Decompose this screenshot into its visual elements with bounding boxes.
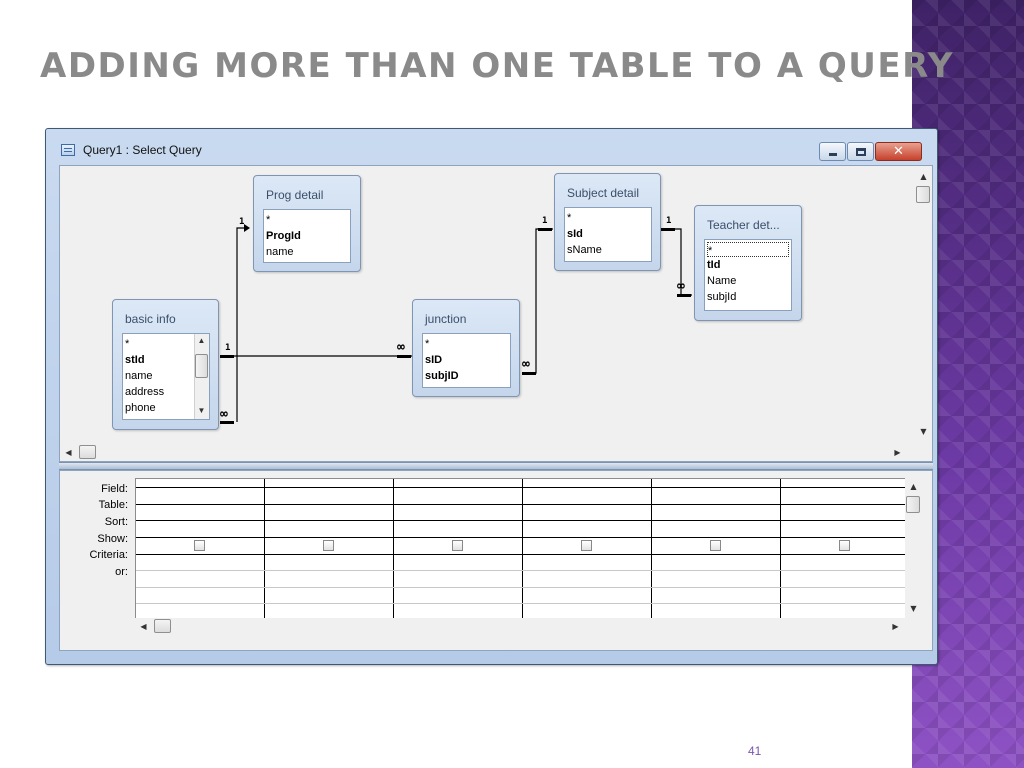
field-item[interactable]: *: [707, 242, 789, 257]
field-item[interactable]: name: [266, 244, 350, 260]
table-design-pane: 1 ∞ 1 ∞ ∞ 1 1 ∞ Prog detail * ProgId nam…: [59, 165, 933, 462]
grid-row-label-sort: Sort:: [104, 516, 128, 528]
scroll-down-icon[interactable]: ▼: [915, 423, 932, 440]
table-title: Prog detail: [266, 188, 324, 202]
join-label-junction-many-2: ∞: [522, 357, 530, 372]
join-label-prog-one: 1: [239, 217, 245, 227]
minimize-icon: [829, 153, 837, 156]
field-item[interactable]: subjId: [707, 289, 791, 305]
close-button[interactable]: ✕: [875, 142, 922, 161]
table-title: basic info: [125, 312, 176, 326]
grid-row-divider: [136, 570, 906, 571]
grid-hscroll[interactable]: ◀ ▶: [135, 618, 905, 635]
scroll-thumb[interactable]: [154, 619, 171, 633]
field-item[interactable]: ProgId: [266, 228, 350, 244]
query-window: Query1 : Select Query ✕ 1 ∞ 1 ∞ ∞ 1 1 ∞ …: [45, 128, 938, 665]
grid-row-label-table: Table:: [98, 499, 128, 511]
window-title: Query1 : Select Query: [83, 143, 202, 157]
join-line-subject-teacher: [660, 228, 692, 296]
grid-row-divider: [136, 487, 906, 488]
field-item[interactable]: sId: [567, 226, 651, 242]
grid-row-divider: [136, 504, 906, 505]
grid-row-divider: [136, 537, 906, 538]
field-list: * sId sName: [564, 207, 652, 262]
field-list-scrollbar[interactable]: ▲ ▼: [194, 334, 209, 419]
pane-splitter[interactable]: [59, 462, 933, 470]
table-teacher-detail[interactable]: Teacher det... * tId Name subjId: [694, 205, 802, 321]
scroll-up-icon[interactable]: ▲: [905, 478, 922, 495]
join-line-basic-prog: [236, 227, 248, 422]
grid-vscroll[interactable]: ▲ ▼: [905, 478, 922, 618]
table-subject-detail[interactable]: Subject detail * sId sName: [554, 173, 661, 271]
maximize-icon: [856, 148, 866, 156]
table-title: junction: [425, 312, 467, 326]
slide-title: Adding more than one table to a Query: [40, 46, 955, 86]
show-checkbox[interactable]: [710, 540, 721, 551]
table-title: Teacher det...: [707, 218, 780, 232]
field-item[interactable]: Name: [707, 273, 791, 289]
scroll-down-icon[interactable]: ▼: [905, 600, 922, 617]
field-item[interactable]: sID: [425, 352, 510, 368]
grid-row-label-field: Field:: [101, 483, 128, 495]
field-item[interactable]: subjID: [425, 368, 510, 384]
field-list: * ProgId name: [263, 209, 351, 263]
scroll-thumb[interactable]: [916, 186, 930, 203]
scroll-left-icon[interactable]: ◀: [135, 618, 152, 635]
field-item[interactable]: *: [425, 336, 510, 352]
title-bar[interactable]: Query1 : Select Query ✕: [46, 129, 937, 165]
show-checkbox[interactable]: [452, 540, 463, 551]
design-pane-vscroll[interactable]: ▲ ▼: [915, 166, 932, 444]
query-design-icon: [61, 144, 75, 156]
show-checkbox[interactable]: [323, 540, 334, 551]
field-item[interactable]: *: [567, 210, 651, 226]
field-item[interactable]: tId: [707, 257, 791, 273]
scroll-right-icon[interactable]: ▶: [889, 444, 906, 461]
grid-cells[interactable]: [135, 478, 906, 619]
minimize-button[interactable]: [819, 142, 846, 161]
show-checkbox[interactable]: [839, 540, 850, 551]
join-label-basic-one: 1: [225, 343, 231, 353]
join-label-teacher-many: ∞: [677, 279, 685, 294]
grid-row-divider: [136, 520, 906, 521]
scroll-left-icon[interactable]: ◀: [60, 444, 77, 461]
grid-row-divider: [136, 587, 906, 588]
scroll-thumb[interactable]: [195, 354, 208, 378]
table-junction[interactable]: junction * sID subjID: [412, 299, 520, 397]
field-item[interactable]: sName: [567, 242, 651, 258]
field-item[interactable]: *: [266, 212, 350, 228]
design-pane-hscroll[interactable]: ◀ ▶: [60, 444, 917, 461]
join-label-subject-one: 1: [542, 216, 548, 226]
close-icon: ✕: [893, 144, 904, 159]
grid-row-label-show: Show:: [97, 533, 128, 545]
page-number: 41: [748, 744, 762, 758]
grid-row-divider: [136, 603, 906, 604]
join-label-basic-many: ∞: [220, 407, 228, 422]
show-checkbox[interactable]: [581, 540, 592, 551]
join-label-junction-many: ∞: [397, 340, 405, 355]
scroll-up-icon[interactable]: ▲: [194, 334, 209, 348]
show-checkbox[interactable]: [194, 540, 205, 551]
join-label-subject-one-2: 1: [666, 216, 672, 226]
scroll-down-icon[interactable]: ▼: [194, 404, 209, 418]
table-basic-info[interactable]: basic info * stId name address phone ▲ ▼: [112, 299, 219, 430]
join-line-junction-subject: [522, 228, 553, 374]
grid-row-divider: [136, 554, 906, 555]
table-title: Subject detail: [567, 186, 640, 200]
grid-row-label-or: or:: [115, 566, 128, 578]
field-list: * tId Name subjId: [704, 239, 792, 311]
field-list: * stId name address phone ▲ ▼: [122, 333, 210, 420]
scroll-thumb[interactable]: [906, 496, 920, 513]
field-list: * sID subjID: [422, 333, 511, 388]
query-design-grid: Field: Table: Sort: Show: Criteria: or:: [59, 470, 933, 651]
grid-row-label-criteria: Criteria:: [89, 549, 128, 561]
scroll-up-icon[interactable]: ▲: [915, 168, 932, 185]
scroll-thumb[interactable]: [79, 445, 96, 459]
maximize-button[interactable]: [847, 142, 874, 161]
table-prog-detail[interactable]: Prog detail * ProgId name: [253, 175, 361, 272]
scroll-right-icon[interactable]: ▶: [887, 618, 904, 635]
join-arrow-prog: [244, 224, 250, 232]
